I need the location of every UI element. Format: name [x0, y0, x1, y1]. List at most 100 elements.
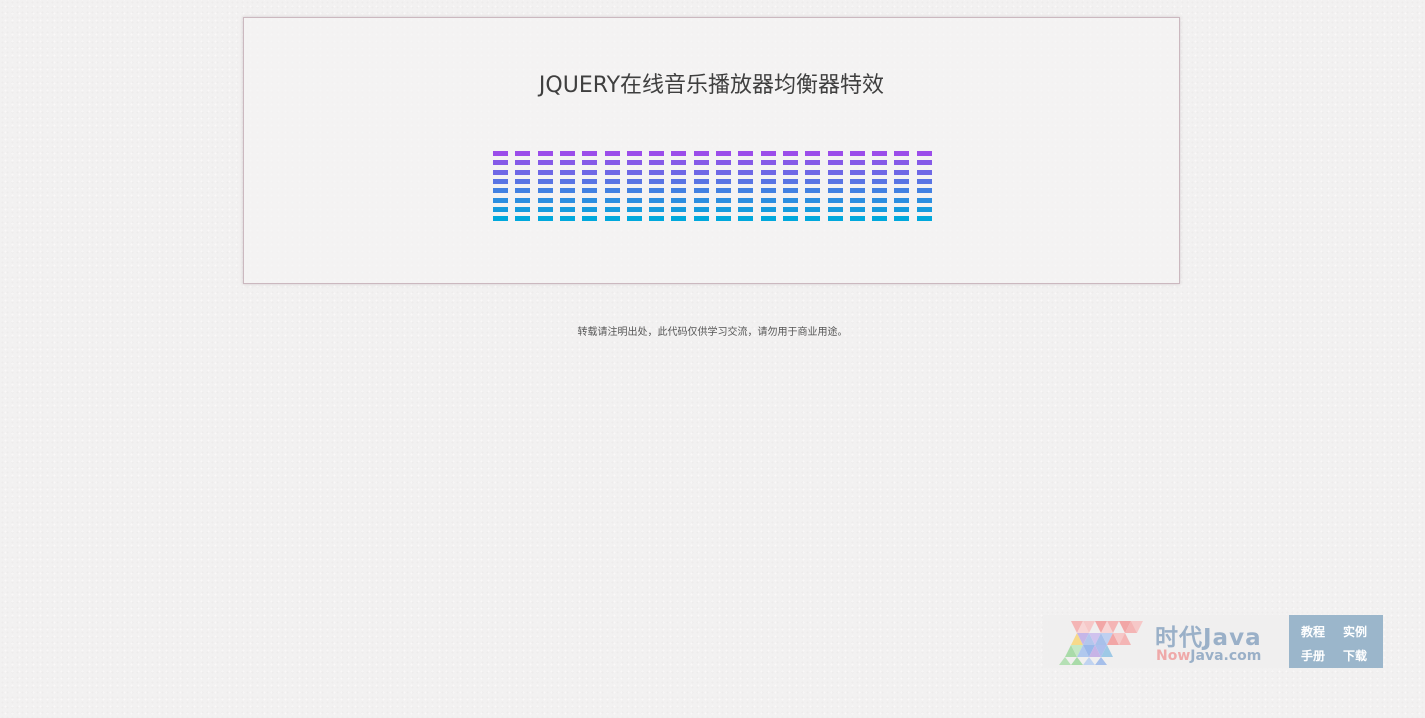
equalizer-segment — [538, 207, 553, 212]
equalizer-segment — [850, 151, 865, 156]
equalizer-segment — [649, 151, 664, 156]
equalizer-segment — [738, 170, 753, 175]
logo-link-download[interactable]: 下载 — [1343, 647, 1367, 664]
equalizer-segment — [694, 170, 709, 175]
demo-panel: JQUERY在线音乐播放器均衡器特效 — [243, 17, 1180, 284]
equalizer-segment — [805, 170, 820, 175]
nowjava-logo[interactable]: 时代Java NowJava.com 教程 实例 手册 下载 — [1043, 615, 1383, 668]
equalizer-segment — [627, 188, 642, 193]
equalizer-segment — [872, 179, 887, 184]
equalizer-segment — [850, 207, 865, 212]
equalizer-segment — [828, 151, 843, 156]
equalizer-segment — [694, 198, 709, 203]
equalizer-segment — [605, 216, 620, 221]
equalizer-segment — [917, 160, 932, 165]
logo-brand-area[interactable]: 时代Java NowJava.com — [1043, 615, 1289, 668]
equalizer-segment — [649, 216, 664, 221]
equalizer-segment — [850, 216, 865, 221]
equalizer-segment — [515, 179, 530, 184]
copyright-notice: 转载请注明出处，此代码仅供学习交流，请勿用于商业用途。 — [577, 327, 848, 338]
equalizer-segment — [716, 160, 731, 165]
equalizer-segment — [828, 188, 843, 193]
equalizer-bar — [894, 151, 909, 225]
equalizer-segment — [694, 188, 709, 193]
equalizer-segment — [538, 170, 553, 175]
equalizer-segment — [761, 170, 776, 175]
equalizer-segment — [605, 179, 620, 184]
equalizer-segment — [582, 198, 597, 203]
equalizer-segment — [582, 188, 597, 193]
equalizer-segment — [649, 170, 664, 175]
equalizer-segment — [560, 151, 575, 156]
logo-link-tutorial[interactable]: 教程 — [1301, 623, 1325, 640]
equalizer-segment — [649, 188, 664, 193]
equalizer-segment — [761, 207, 776, 212]
logo-domain-prefix: Now — [1156, 648, 1191, 664]
equalizer-segment — [627, 216, 642, 221]
equalizer-segment — [605, 198, 620, 203]
equalizer-segment — [649, 207, 664, 212]
equalizer-bar — [671, 151, 686, 225]
equalizer-segment — [850, 170, 865, 175]
equalizer-segment — [538, 179, 553, 184]
equalizer-segment — [716, 207, 731, 212]
equalizer-segment — [828, 160, 843, 165]
equalizer-segment — [560, 207, 575, 212]
logo-link-examples[interactable]: 实例 — [1343, 623, 1367, 640]
equalizer-segment — [917, 188, 932, 193]
equalizer-bar — [828, 151, 843, 225]
equalizer-segment — [850, 198, 865, 203]
equalizer-bar — [538, 151, 553, 225]
equalizer-segment — [560, 216, 575, 221]
equalizer-segment — [828, 179, 843, 184]
equalizer-bar — [850, 151, 865, 225]
equalizer-segment — [671, 188, 686, 193]
equalizer-segment — [872, 170, 887, 175]
equalizer-segment — [694, 216, 709, 221]
equalizer-segment — [783, 151, 798, 156]
equalizer-segment — [605, 170, 620, 175]
equalizer-segment — [605, 151, 620, 156]
equalizer-segment — [605, 207, 620, 212]
equalizer-segment — [515, 207, 530, 212]
equalizer-segment — [917, 179, 932, 184]
equalizer-segment — [671, 216, 686, 221]
equalizer-segment — [894, 151, 909, 156]
equalizer-segment — [627, 198, 642, 203]
equalizer-segment — [783, 216, 798, 221]
equalizer-segment — [649, 179, 664, 184]
equalizer-segment — [493, 160, 508, 165]
equalizer-segment — [738, 207, 753, 212]
logo-domain-text: NowJava.com — [1156, 648, 1261, 664]
equalizer-bar — [783, 151, 798, 225]
equalizer-segment — [894, 170, 909, 175]
equalizer-segment — [716, 188, 731, 193]
equalizer-segment — [694, 151, 709, 156]
equalizer — [493, 151, 933, 227]
equalizer-segment — [627, 207, 642, 212]
equalizer-segment — [515, 216, 530, 221]
equalizer-segment — [917, 207, 932, 212]
equalizer-segment — [872, 207, 887, 212]
equalizer-segment — [538, 151, 553, 156]
equalizer-segment — [694, 179, 709, 184]
equalizer-segment — [515, 160, 530, 165]
equalizer-segment — [783, 188, 798, 193]
equalizer-bar — [738, 151, 753, 225]
equalizer-bar — [582, 151, 597, 225]
equalizer-segment — [560, 198, 575, 203]
equalizer-segment — [761, 188, 776, 193]
equalizer-segment — [560, 160, 575, 165]
equalizer-segment — [738, 216, 753, 221]
equalizer-segment — [805, 198, 820, 203]
equalizer-segment — [538, 216, 553, 221]
equalizer-bar — [805, 151, 820, 225]
equalizer-bar — [515, 151, 530, 225]
logo-link-manual[interactable]: 手册 — [1301, 647, 1325, 664]
equalizer-segment — [560, 170, 575, 175]
equalizer-segment — [761, 198, 776, 203]
equalizer-segment — [627, 179, 642, 184]
equalizer-segment — [850, 160, 865, 165]
equalizer-segment — [671, 179, 686, 184]
equalizer-segment — [738, 179, 753, 184]
